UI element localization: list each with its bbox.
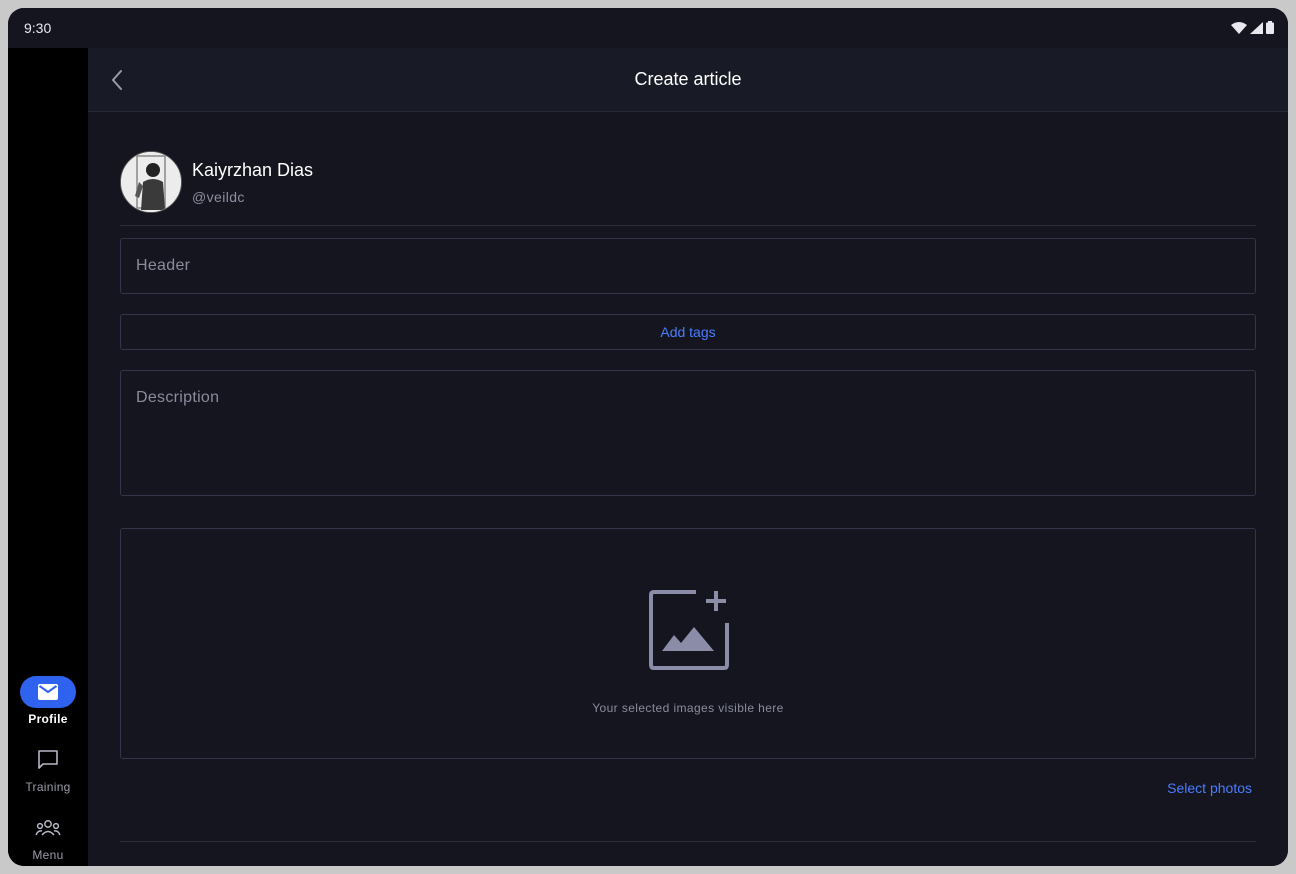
rail-item-label: Menu <box>32 848 64 862</box>
page-title: Create article <box>634 69 742 89</box>
status-time: 9:30 <box>24 20 52 36</box>
images-hint: Your selected images visible here <box>592 701 784 715</box>
rail-item-label: Training <box>25 780 71 794</box>
header-input[interactable]: Header <box>120 238 1256 294</box>
description-placeholder: Description <box>136 389 220 406</box>
group-icon <box>35 820 61 836</box>
main-content: Create article Kaiyrzhan Dias @veildc He… <box>88 48 1288 866</box>
device-screen: 9:30 Profile Training Menu Create articl… <box>8 8 1288 866</box>
header-placeholder: Header <box>136 257 191 274</box>
chevron-left-icon <box>112 70 122 90</box>
chat-icon <box>38 750 58 769</box>
top-app-bar: Create article <box>88 48 1288 112</box>
rail-active-indicator <box>20 676 76 708</box>
select-photos-button[interactable]: Select photos <box>1167 780 1252 796</box>
add-tags-button[interactable]: Add tags <box>120 314 1256 350</box>
status-bar: 9:30 <box>8 8 1288 48</box>
back-button[interactable] <box>106 68 130 92</box>
rail-indicator <box>20 812 76 844</box>
author-name: Kaiyrzhan Dias <box>192 160 314 180</box>
add-photo-icon <box>649 590 729 670</box>
author-handle: @veildc <box>192 189 245 205</box>
description-input[interactable]: Description <box>120 370 1256 496</box>
navigation-rail: Profile Training Menu <box>8 48 88 866</box>
wifi-icon <box>1231 21 1247 34</box>
divider <box>120 841 1256 842</box>
rail-item-training[interactable]: Training <box>8 744 88 794</box>
rail-item-label: Profile <box>28 712 68 726</box>
rail-item-profile[interactable]: Profile <box>8 676 88 726</box>
system-icons <box>1231 21 1274 34</box>
battery-icon <box>1266 21 1274 34</box>
avatar-image <box>121 152 181 212</box>
rail-indicator <box>20 744 76 776</box>
images-dropzone[interactable]: Your selected images visible here <box>120 528 1256 759</box>
signal-icon <box>1250 21 1263 34</box>
avatar[interactable] <box>120 151 182 213</box>
rail-item-menu[interactable]: Menu <box>8 812 88 862</box>
author-info: Kaiyrzhan Dias @veildc <box>120 151 1256 226</box>
mail-icon <box>38 684 58 700</box>
